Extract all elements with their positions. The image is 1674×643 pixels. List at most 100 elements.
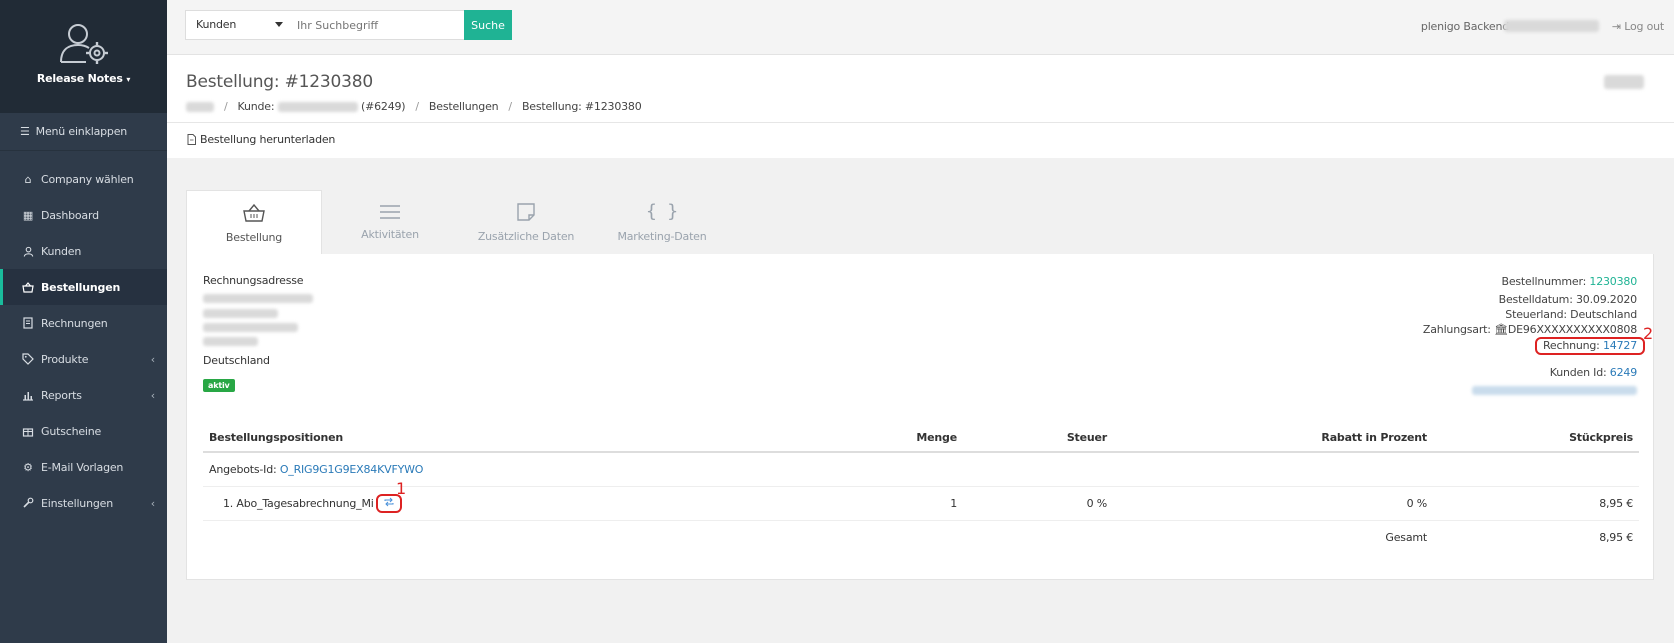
table-row: 1. Abo_Tagesabrechnung_Mi 1 1 0 % 0 % 8,… (203, 479, 1639, 521)
invoice-link[interactable]: 14727 (1603, 339, 1637, 352)
gears-icon: ⚙ (23, 460, 33, 474)
billing-address-title: Rechnungsadresse (203, 274, 304, 287)
sidebar-item-bestellungen[interactable]: Bestellungen (0, 269, 167, 305)
order-date: Bestelldatum: 30.09.2020 (1498, 293, 1638, 306)
address-line-redacted (203, 337, 258, 346)
search-button[interactable]: Suche (464, 10, 512, 40)
col-unit-price: Stückpreis (1433, 430, 1639, 453)
total-label: Gesamt (1385, 530, 1427, 544)
payment-method-row: Zahlungsart: 🏛DE96XXXXXXXXXX0808 (1422, 323, 1637, 336)
pdf-file-icon (187, 134, 196, 145)
logout-icon: ⇥ (1611, 20, 1621, 33)
tab-marketing-daten[interactable]: { } Marketing-Daten (594, 190, 730, 254)
order-number-row: Bestellnummer: 1230380 (1501, 275, 1637, 288)
total-row: Gesamt 8,95 € (203, 520, 1639, 554)
wrench-icon (20, 497, 36, 509)
sidebar-item-einstellungen[interactable]: Einstellungen ‹ (0, 485, 167, 521)
caret-down-icon (275, 22, 283, 27)
tab-bestellung[interactable]: Bestellung (186, 190, 322, 255)
chevron-left-icon: ‹ (150, 496, 155, 510)
col-positions: Bestellungspositionen (203, 430, 903, 453)
note-icon (517, 202, 535, 221)
customer-id-link[interactable]: 6249 (1610, 366, 1637, 379)
annotation-marker-2: 2 (1643, 324, 1653, 343)
user-icon (20, 246, 36, 257)
menu-collapse-button[interactable]: ☰ Menü einklappen (0, 113, 167, 151)
breadcrumb-company-redacted[interactable] (186, 101, 214, 112)
basket-icon (20, 281, 36, 293)
sidebar-item-kunden[interactable]: Kunden (0, 233, 167, 269)
customer-id-row: Kunden Id: 6249 (1549, 366, 1637, 379)
sidebar-nav: ⌂ Company wählen ▦ Dashboard Kunden Best… (0, 151, 167, 521)
search-scope-select[interactable]: Kunden (185, 10, 290, 40)
braces-icon: { } (646, 201, 678, 222)
item-discount: 0 % (1113, 486, 1433, 521)
offer-id-link[interactable]: O_RIG9G1G9EX84KVFYWO (280, 463, 424, 476)
order-meta: Bestellnummer: 1230380 Bestelldatum: 30.… (1422, 274, 1645, 395)
status-badge: aktiv (203, 379, 235, 392)
item-price: 8,95 € (1433, 486, 1639, 521)
breadcrumb-separator: / (415, 100, 419, 113)
invoice-highlight: Rechnung: 14727 (1534, 337, 1645, 355)
tab-zusaetzliche-daten[interactable]: Zusätzliche Daten (458, 190, 594, 254)
chevron-left-icon: ‹ (150, 388, 155, 402)
bank-icon: 🏛 (1494, 323, 1508, 336)
caret-down-icon: ▾ (126, 75, 131, 84)
breadcrumb-orders[interactable]: Bestellungen (429, 100, 499, 113)
document-icon (20, 317, 36, 329)
sidebar-item-gutscheine[interactable]: Gutscheine (0, 413, 167, 449)
sidebar-item-produkte[interactable]: Produkte ‹ (0, 341, 167, 377)
col-discount: Rabatt in Prozent (1113, 430, 1433, 453)
lines-icon (380, 204, 400, 219)
order-positions-table: Bestellungspositionen Menge Steuer Rabat… (203, 430, 1639, 554)
col-quantity: Menge (903, 430, 963, 453)
tax-country: Steuerland: Deutschland (1505, 308, 1637, 321)
toolbar: Bestellung herunterladen (167, 123, 1674, 158)
sidebar-item-dashboard[interactable]: ▦ Dashboard (0, 197, 167, 233)
order-tabs: Bestellung Aktivitäten Zusätzliche Daten… (186, 190, 730, 255)
logout-link[interactable]: ⇥ Log out (1612, 20, 1664, 33)
breadcrumb-customer[interactable]: Kunde: (#6249) (238, 100, 406, 113)
item-quantity: 1 (903, 486, 963, 521)
breadcrumb-current: Bestellung: #1230380 (521, 100, 642, 113)
brand-label: Release Notes ▾ (36, 72, 131, 85)
sidebar-item-company[interactable]: ⌂ Company wählen (0, 161, 167, 197)
annotation-marker-1: 1 (396, 478, 406, 498)
breadcrumb: / Kunde: (#6249) / Bestellungen / Bestel… (186, 100, 642, 113)
grid-icon: ▦ (22, 208, 34, 222)
chart-icon (20, 390, 36, 401)
col-tax: Steuer (963, 430, 1113, 453)
sidebar-item-email-vorlagen[interactable]: ⚙ E-Mail Vorlagen (0, 449, 167, 485)
basket-icon (243, 203, 265, 222)
page-header: Bestellung: #1230380 / Kunde: (#6249) / … (167, 55, 1674, 123)
user-name-redacted (1504, 20, 1599, 32)
customer-email-row (1423, 380, 1637, 395)
table-header-row: Bestellungspositionen Menge Steuer Rabat… (203, 430, 1639, 453)
sidebar-item-rechnungen[interactable]: Rechnungen (0, 305, 167, 341)
address-line-redacted (203, 309, 278, 318)
breadcrumb-separator: / (224, 100, 228, 113)
search-input[interactable] (288, 10, 466, 40)
offer-row: Angebots-Id: O_RIG9G1G9EX84KVFYWO (203, 452, 1639, 487)
chevron-left-icon: ‹ (150, 352, 155, 366)
order-number: 1230380 (1589, 275, 1637, 288)
address-line-redacted (203, 294, 313, 303)
total-value: 8,95 € (1599, 530, 1633, 544)
item-tax: 0 % (963, 486, 1113, 521)
breadcrumb-separator: / (508, 100, 512, 113)
download-order-button[interactable]: Bestellung herunterladen (187, 133, 335, 146)
address-country: Deutschland (203, 354, 270, 367)
address-line-redacted (203, 323, 298, 332)
home-icon: ⌂ (24, 172, 32, 186)
brand[interactable]: Release Notes ▾ (0, 0, 167, 113)
invoice-row: Rechnung: 14727 (1423, 337, 1645, 355)
hamburger-icon: ☰ (20, 125, 30, 138)
tag-icon (20, 353, 36, 365)
sidebar-item-reports[interactable]: Reports ‹ (0, 377, 167, 413)
sidebar: Release Notes ▾ ☰ Menü einklappen ⌂ Comp… (0, 0, 167, 643)
user-settings-icon (59, 24, 108, 64)
order-panel: Rechnungsadresse Deutschland aktiv Beste… (186, 254, 1654, 580)
customer-email-redacted[interactable] (1472, 386, 1637, 395)
topbar: Kunden Suche plenigo Backend ⇥ Log out (167, 0, 1674, 55)
tab-aktivitaeten[interactable]: Aktivitäten (322, 190, 458, 254)
